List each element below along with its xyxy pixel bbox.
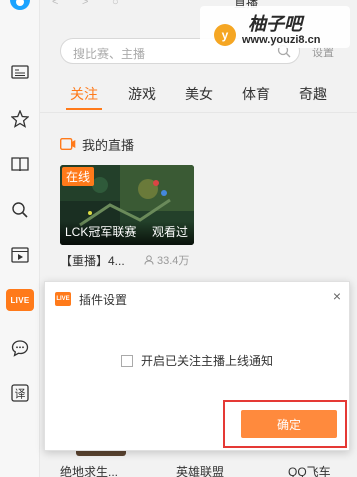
forward-chevron-icon[interactable]: >: [82, 0, 88, 8]
watermark-name: 柚子吧: [248, 14, 302, 34]
category-tabs: 关注 游戏 美女 体育 奇趣: [60, 84, 357, 110]
search-placeholder: 搜比赛、主播: [73, 47, 146, 61]
side-rail: LIVE 译: [0, 0, 40, 477]
back-chevron-icon[interactable]: <: [52, 0, 58, 8]
user-icon: [144, 255, 154, 265]
tab-sports[interactable]: 体育: [242, 84, 270, 104]
camera-icon: [60, 138, 76, 150]
my-live-section-title: 我的直播: [60, 135, 134, 153]
search-icon[interactable]: [8, 198, 32, 222]
tab-beauty[interactable]: 美女: [185, 84, 213, 104]
star-icon[interactable]: [8, 107, 32, 131]
chat-bubble-icon[interactable]: [8, 336, 32, 360]
watermark-logo-icon: y: [214, 24, 236, 46]
live-nav-icon[interactable]: LIVE: [6, 289, 34, 311]
live-card-title[interactable]: 【重播】4...: [60, 252, 130, 269]
tab-fun[interactable]: 奇趣: [299, 84, 327, 104]
tabs-divider: [40, 112, 357, 113]
tab-games[interactable]: 游戏: [128, 84, 156, 104]
video-icon[interactable]: [8, 243, 32, 267]
refresh-icon[interactable]: ○: [112, 0, 119, 8]
watched-label: 观看过: [151, 225, 188, 239]
streamer-name: LCK冠军联赛: [65, 225, 137, 239]
close-icon[interactable]: ×: [333, 288, 341, 304]
online-badge: 在线: [62, 167, 95, 186]
notify-label[interactable]: 开启已关注主播上线通知: [141, 352, 273, 369]
game-label-pubg[interactable]: 绝地求生...: [60, 463, 118, 477]
svg-text:译: 译: [15, 388, 26, 401]
notify-checkbox[interactable]: [121, 354, 133, 367]
game-label-qqspeed[interactable]: QQ飞车: [288, 463, 331, 477]
confirm-button[interactable]: 确定: [241, 410, 337, 438]
tab-follow[interactable]: 关注: [70, 84, 98, 104]
active-tab-indicator: [66, 108, 102, 110]
live-card-thumbnail[interactable]: 在线 LCK冠军联赛 观看过: [60, 165, 194, 245]
profile-card-icon[interactable]: [8, 60, 32, 84]
translate-icon[interactable]: 译: [8, 381, 32, 405]
section-title-text: 我的直播: [82, 137, 135, 153]
watermark: y 柚子吧 www.youzi8.cn: [200, 6, 350, 48]
viewer-count: 33.4万: [144, 252, 189, 268]
watermark-url: www.youzi8.cn: [242, 34, 321, 46]
game-label-lol[interactable]: 英雄联盟: [176, 463, 224, 477]
viewer-count-text: 33.4万: [157, 255, 190, 267]
book-icon[interactable]: [8, 152, 32, 176]
notify-option[interactable]: 开启已关注主播上线通知: [121, 352, 273, 369]
plugin-settings-dialog: LIVE 插件设置 × 开启已关注主播上线通知 确定: [44, 281, 350, 451]
app-logo-icon: [6, 0, 34, 16]
live-icon: LIVE: [55, 292, 71, 306]
dialog-title: 插件设置: [79, 293, 128, 307]
